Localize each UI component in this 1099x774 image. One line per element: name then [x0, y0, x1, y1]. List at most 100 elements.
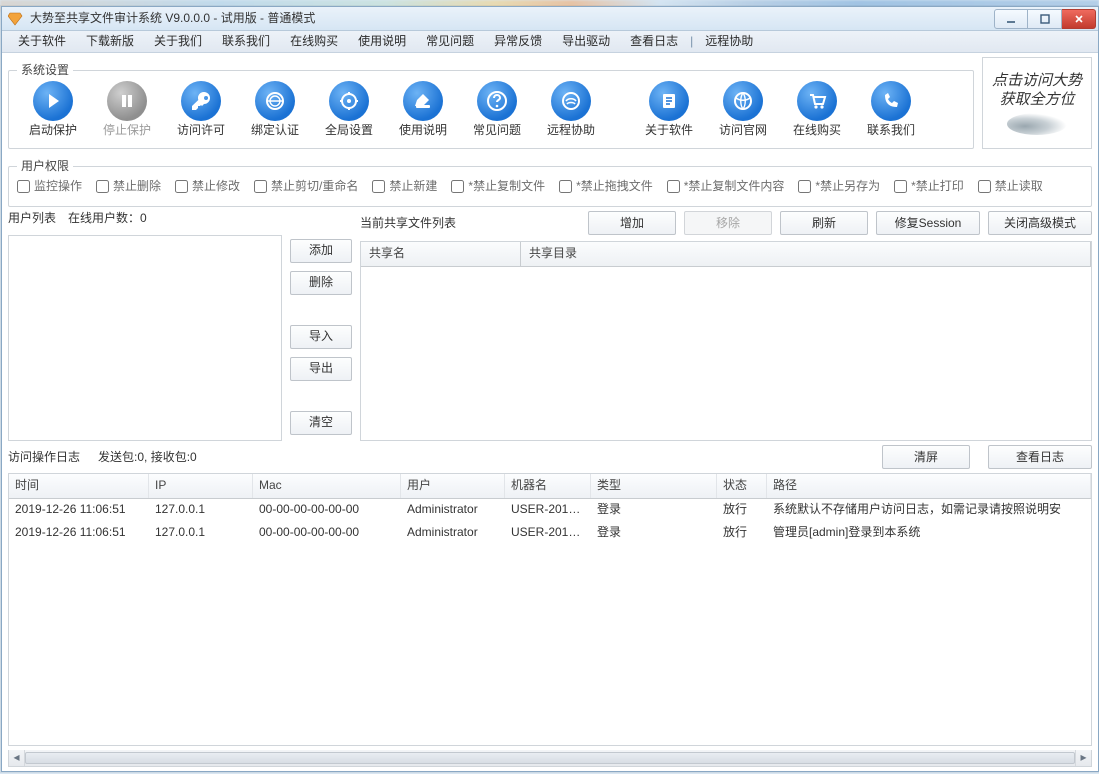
perm-checkbox-input-1[interactable]: [96, 180, 109, 193]
contact-icon: [871, 81, 911, 121]
toolbar-about-button[interactable]: 关于软件: [633, 79, 705, 141]
perm-label-0: 监控操作: [34, 179, 82, 195]
toolbar-help-button[interactable]: 使用说明: [387, 79, 459, 141]
log-col-type[interactable]: 类型: [591, 474, 717, 498]
perm-checkbox-7[interactable]: *禁止复制文件内容: [667, 179, 785, 195]
perm-checkbox-2[interactable]: 禁止修改: [175, 179, 240, 195]
log-cell-time: 2019-12-26 11:06:51: [9, 499, 149, 521]
log-title: 访问操作日志: [8, 450, 80, 466]
perm-checkbox-input-5[interactable]: [451, 180, 464, 193]
promo-panel[interactable]: 点击访问大势 获取全方位: [982, 57, 1092, 149]
perm-checkbox-input-3[interactable]: [254, 180, 267, 193]
menu-远程协助[interactable]: 远程协助: [695, 32, 763, 52]
log-col-host[interactable]: 机器名: [505, 474, 591, 498]
perm-checkbox-10[interactable]: 禁止读取: [978, 179, 1043, 195]
log-col-path[interactable]: 路径: [767, 474, 1091, 498]
log-col-user[interactable]: 用户: [401, 474, 505, 498]
log-horizontal-scrollbar[interactable]: ◂ ▸: [8, 750, 1092, 767]
maximize-button[interactable]: [1028, 9, 1062, 29]
toolbar-access-button[interactable]: 访问许可: [165, 79, 237, 141]
user-delete-button[interactable]: 删除: [290, 271, 352, 295]
share-refresh-button[interactable]: 刷新: [780, 211, 868, 235]
user-clear-button[interactable]: 清空: [290, 411, 352, 435]
perm-checkbox-3[interactable]: 禁止剪切/重命名: [254, 179, 358, 195]
app-icon: [8, 11, 24, 27]
close-button[interactable]: [1062, 9, 1096, 29]
menu-常见问题[interactable]: 常见问题: [416, 32, 484, 52]
toolbar-stop-label: 停止保护: [91, 123, 163, 139]
perm-checkbox-5[interactable]: *禁止复制文件: [451, 179, 545, 195]
share-add-button[interactable]: 增加: [588, 211, 676, 235]
share-col-name[interactable]: 共享名: [361, 242, 521, 266]
perm-checkbox-8[interactable]: *禁止另存为: [798, 179, 880, 195]
share-col-dir[interactable]: 共享目录: [521, 242, 1091, 266]
toolbar-remote-button[interactable]: 远程协助: [535, 79, 607, 141]
perm-checkbox-input-0[interactable]: [17, 180, 30, 193]
perm-checkbox-0[interactable]: 监控操作: [17, 179, 82, 195]
perm-checkbox-9[interactable]: *禁止打印: [894, 179, 964, 195]
log-view-button[interactable]: 查看日志: [988, 445, 1092, 469]
toolbar: 启动保护停止保护访问许可绑定认证全局设置使用说明常见问题远程协助 关于软件访问官网…: [17, 79, 965, 141]
share-close-advanced-button[interactable]: 关闭高级模式: [988, 211, 1092, 235]
log-col-state[interactable]: 状态: [717, 474, 767, 498]
log-col-time[interactable]: 时间: [9, 474, 149, 498]
menu-下载新版[interactable]: 下载新版: [76, 32, 144, 52]
perm-checkbox-input-7[interactable]: [667, 180, 680, 193]
user-export-button[interactable]: 导出: [290, 357, 352, 381]
toolbar-start-label: 启动保护: [17, 123, 89, 139]
perm-checkbox-input-9[interactable]: [894, 180, 907, 193]
perm-checkbox-input-2[interactable]: [175, 180, 188, 193]
menu-导出驱动[interactable]: 导出驱动: [552, 32, 620, 52]
buy-icon: [797, 81, 837, 121]
user-import-button[interactable]: 导入: [290, 325, 352, 349]
log-clear-button[interactable]: 清屏: [882, 445, 970, 469]
scroll-thumb[interactable]: [25, 752, 1075, 764]
perm-label-7: *禁止复制文件内容: [684, 179, 785, 195]
user-add-button[interactable]: 添加: [290, 239, 352, 263]
menu-查看日志[interactable]: 查看日志: [620, 32, 688, 52]
perm-label-4: 禁止新建: [389, 179, 437, 195]
log-col-mac[interactable]: Mac: [253, 474, 401, 498]
log-grid[interactable]: 时间 IP Mac 用户 机器名 类型 状态 路径 2019-12-26 11:…: [8, 473, 1092, 746]
minimize-button[interactable]: [994, 9, 1028, 29]
scroll-right-arrow-icon[interactable]: ▸: [1075, 750, 1091, 766]
user-panel-header: 用户列表 在线用户数：0: [8, 211, 352, 227]
menu-在线购买[interactable]: 在线购买: [280, 32, 348, 52]
toolbar-buy-button[interactable]: 在线购买: [781, 79, 853, 141]
toolbar-contact-button[interactable]: 联系我们: [855, 79, 927, 141]
perm-checkbox-input-8[interactable]: [798, 180, 811, 193]
perm-checkbox-input-4[interactable]: [372, 180, 385, 193]
toolbar-help-label: 使用说明: [387, 123, 459, 139]
perm-checkbox-input-10[interactable]: [978, 180, 991, 193]
toolbar-global-button[interactable]: 全局设置: [313, 79, 385, 141]
perm-checkbox-input-6[interactable]: [559, 180, 572, 193]
share-grid[interactable]: 共享名 共享目录: [360, 241, 1092, 441]
menu-关于我们[interactable]: 关于我们: [144, 32, 212, 52]
perm-label-5: *禁止复制文件: [468, 179, 545, 195]
menu-关于软件[interactable]: 关于软件: [8, 32, 76, 52]
toolbar-row: 系统设置 启动保护停止保护访问许可绑定认证全局设置使用说明常见问题远程协助关于软…: [8, 57, 1092, 149]
perm-checkbox-1[interactable]: 禁止删除: [96, 179, 161, 195]
perm-checkbox-6[interactable]: *禁止拖拽文件: [559, 179, 653, 195]
menu-异常反馈[interactable]: 异常反馈: [484, 32, 552, 52]
menu-使用说明[interactable]: 使用说明: [348, 32, 416, 52]
log-col-ip[interactable]: IP: [149, 474, 253, 498]
toolbar-start-button[interactable]: 启动保护: [17, 79, 89, 141]
toolbar-faq-button[interactable]: 常见问题: [461, 79, 533, 141]
toolbar-remote-label: 远程协助: [535, 123, 607, 139]
perm-checkbox-4[interactable]: 禁止新建: [372, 179, 437, 195]
toolbar-site-button[interactable]: 访问官网: [707, 79, 779, 141]
window-title: 大势至共享文件审计系统 V9.0.0.0 - 试用版 - 普通模式: [30, 11, 994, 27]
share-grid-header: 共享名 共享目录: [361, 242, 1091, 267]
share-remove-button[interactable]: 移除: [684, 211, 772, 235]
share-fix-session-button[interactable]: 修复Session: [876, 211, 980, 235]
share-grid-body: [361, 267, 1091, 440]
menu-联系我们[interactable]: 联系我们: [212, 32, 280, 52]
toolbar-bind-button[interactable]: 绑定认证: [239, 79, 311, 141]
user-listbox[interactable]: [8, 235, 282, 441]
scroll-left-arrow-icon[interactable]: ◂: [9, 750, 25, 766]
log-row[interactable]: 2019-12-26 11:06:51127.0.0.100-00-00-00-…: [9, 522, 1091, 545]
toolbar-bind-label: 绑定认证: [239, 123, 311, 139]
log-row[interactable]: 2019-12-26 11:06:51127.0.0.100-00-00-00-…: [9, 499, 1091, 522]
toolbar-stop-button[interactable]: 停止保护: [91, 79, 163, 141]
